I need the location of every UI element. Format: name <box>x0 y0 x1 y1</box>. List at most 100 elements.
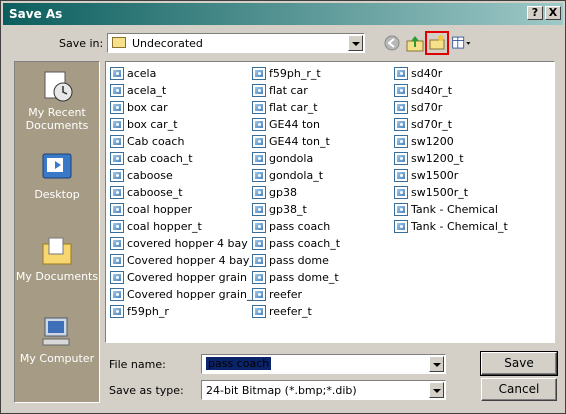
file-item[interactable]: sd70r_t <box>392 116 508 133</box>
file-column-3: sd40r sd40r_t sd70r sd70r_t sw1200 sw120… <box>392 65 508 235</box>
save-as-type-value: 24-bit Bitmap (*.bmp;*.dib) <box>206 384 357 397</box>
file-item[interactable]: coal hopper_t <box>108 218 259 235</box>
file-item[interactable]: gondola <box>250 150 340 167</box>
bitmap-file-icon <box>394 67 408 80</box>
bitmap-file-icon <box>252 220 266 233</box>
file-item[interactable]: sd70r <box>392 99 508 116</box>
bitmap-file-icon <box>110 203 124 216</box>
bitmap-file-icon <box>252 118 266 131</box>
file-item[interactable]: gondola_t <box>250 167 340 184</box>
views-menu-icon[interactable] <box>451 33 473 53</box>
save-in-value: Undecorated <box>132 37 203 50</box>
file-list[interactable]: acela acela_t box car box car_t Cab coac… <box>105 61 555 343</box>
up-folder-icon[interactable] <box>404 33 426 53</box>
file-item[interactable]: Tank - Chemical <box>392 201 508 218</box>
save-as-type-dropdown[interactable]: 24-bit Bitmap (*.bmp;*.dib) <box>201 380 446 400</box>
bitmap-file-icon <box>394 135 408 148</box>
bitmap-file-icon <box>394 220 408 233</box>
close-button[interactable]: X <box>545 6 561 20</box>
file-item[interactable]: Cab coach <box>108 133 259 150</box>
file-column-2: f59ph_r_t flat car flat car_t GE44 ton G… <box>250 65 340 320</box>
file-item[interactable]: Tank - Chemical_t <box>392 218 508 235</box>
cancel-button[interactable]: Cancel <box>481 378 557 401</box>
bitmap-file-icon <box>252 203 266 216</box>
bitmap-file-icon <box>394 152 408 165</box>
file-item[interactable]: pass dome <box>250 252 340 269</box>
file-name-field[interactable]: pass coach <box>201 354 446 374</box>
file-item[interactable]: Covered hopper 4 bay_t <box>108 252 259 269</box>
file-item[interactable]: cab coach_t <box>108 150 259 167</box>
file-item[interactable]: Covered hopper grain_t <box>108 286 259 303</box>
file-item[interactable]: flat car <box>250 82 340 99</box>
file-item[interactable]: pass coach_t <box>250 235 340 252</box>
bitmap-file-icon <box>394 101 408 114</box>
back-icon[interactable] <box>381 33 403 53</box>
bitmap-file-icon <box>252 254 266 267</box>
place-my-recent-documents[interactable]: My Recent Documents <box>15 68 99 132</box>
my-computer-icon <box>42 317 70 346</box>
file-item[interactable]: box car <box>108 99 259 116</box>
file-item[interactable]: f59ph_r_t <box>250 65 340 82</box>
my-documents-icon <box>42 237 72 265</box>
bitmap-file-icon <box>252 135 266 148</box>
place-my-computer[interactable]: My Computer <box>15 314 99 365</box>
folder-icon <box>112 37 126 48</box>
bitmap-file-icon <box>394 186 408 199</box>
save-button[interactable]: Save <box>480 351 558 376</box>
bitmap-file-icon <box>110 101 124 114</box>
desktop-icon <box>42 153 72 179</box>
bitmap-file-icon <box>252 305 266 318</box>
save-in-label: Save in: <box>59 37 104 50</box>
chevron-down-icon[interactable] <box>348 35 363 51</box>
file-item[interactable]: sd40r <box>392 65 508 82</box>
place-label: Desktop <box>34 188 80 201</box>
file-name-value: pass coach <box>206 357 272 370</box>
file-item[interactable]: covered hopper 4 bay <box>108 235 259 252</box>
bitmap-file-icon <box>394 118 408 131</box>
bitmap-file-icon <box>252 67 266 80</box>
file-item[interactable]: flat car_t <box>250 99 340 116</box>
save-as-type-label: Save as type: <box>109 384 184 397</box>
new-folder-icon[interactable] <box>425 31 449 55</box>
file-item[interactable]: gp38_t <box>250 201 340 218</box>
place-label: My Computer <box>19 352 95 365</box>
place-my-documents[interactable]: My Documents <box>15 232 99 283</box>
chevron-down-icon[interactable] <box>429 382 444 398</box>
file-item[interactable]: f59ph_r <box>108 303 259 320</box>
file-item[interactable]: gp38 <box>250 184 340 201</box>
dialog-title: Save As <box>9 7 63 21</box>
file-item[interactable]: sw1200_t <box>392 150 508 167</box>
save-in-dropdown[interactable]: Undecorated <box>107 33 365 53</box>
file-item[interactable]: reefer_t <box>250 303 340 320</box>
file-column-1: acela acela_t box car box car_t Cab coac… <box>108 65 259 320</box>
bitmap-file-icon <box>110 169 124 182</box>
file-item[interactable]: GE44 ton_t <box>250 133 340 150</box>
file-item[interactable]: box car_t <box>108 116 259 133</box>
file-item[interactable]: sw1500r_t <box>392 184 508 201</box>
help-button[interactable]: ? <box>527 6 543 20</box>
bitmap-file-icon <box>252 101 266 114</box>
bitmap-file-icon <box>110 152 124 165</box>
bitmap-file-icon <box>110 220 124 233</box>
file-item[interactable]: caboose_t <box>108 184 259 201</box>
file-item[interactable]: pass coach <box>250 218 340 235</box>
bitmap-file-icon <box>252 152 266 165</box>
file-item[interactable]: sw1200 <box>392 133 508 150</box>
title-bar: Save As <box>3 3 563 25</box>
file-item[interactable]: coal hopper <box>108 201 259 218</box>
file-item[interactable]: GE44 ton <box>250 116 340 133</box>
file-item[interactable]: sw1500r <box>392 167 508 184</box>
bitmap-file-icon <box>394 169 408 182</box>
bitmap-file-icon <box>110 186 124 199</box>
chevron-down-icon[interactable] <box>429 356 444 372</box>
bitmap-file-icon <box>394 84 408 97</box>
file-item[interactable]: caboose <box>108 167 259 184</box>
file-item[interactable]: acela_t <box>108 82 259 99</box>
bitmap-file-icon <box>252 169 266 182</box>
file-item[interactable]: sd40r_t <box>392 82 508 99</box>
file-item[interactable]: pass dome_t <box>250 269 340 286</box>
file-item[interactable]: acela <box>108 65 259 82</box>
place-desktop[interactable]: Desktop <box>15 150 99 201</box>
file-item[interactable]: Covered hopper grain <box>108 269 259 286</box>
file-item[interactable]: reefer <box>250 286 340 303</box>
